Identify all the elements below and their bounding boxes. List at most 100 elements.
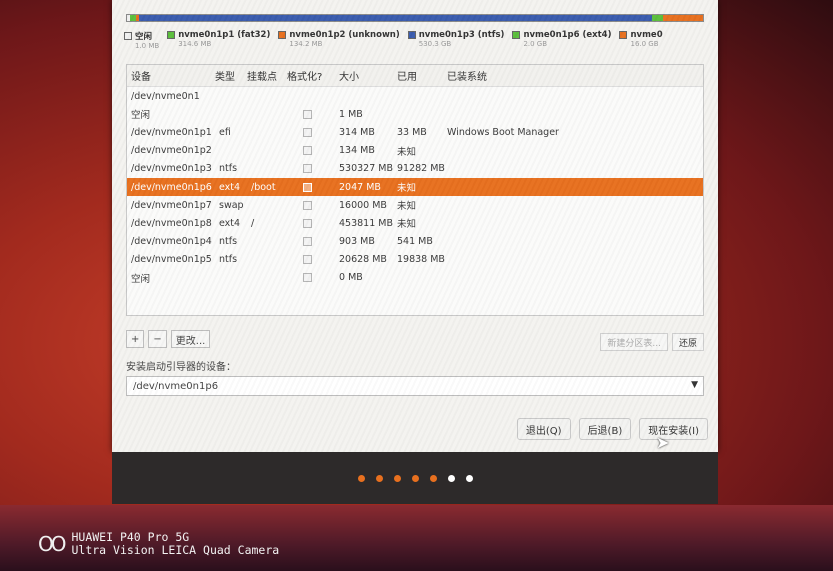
- column-format[interactable]: 格式化?: [287, 68, 322, 83]
- table-row[interactable]: 空闲 1 MB: [127, 105, 703, 123]
- table-row[interactable]: /dev/nvme0n1p3 ntfs 530327 MB 91282 MB: [127, 160, 703, 178]
- partition-bar-segment: [663, 15, 703, 21]
- cell-size: 20628 MB: [339, 254, 387, 266]
- legend-swatch: [512, 31, 521, 39]
- table-row[interactable]: /dev/nvme0n1p2 134 MB 未知: [127, 142, 703, 160]
- cell-size: 314 MB: [339, 126, 375, 138]
- legend-name: nvme0: [630, 30, 663, 40]
- cell-used: 未知: [397, 183, 417, 195]
- table-row[interactable]: /dev/nvme0n1p8 ext4 / 453811 MB 未知: [127, 214, 703, 232]
- format-checkbox[interactable]: [303, 273, 312, 283]
- cell-type: ntfs: [219, 163, 238, 175]
- leica-logo: OO: [38, 532, 67, 556]
- bootloader-label: 安装启动引导器的设备：: [126, 362, 236, 373]
- format-checkbox[interactable]: [303, 218, 312, 228]
- cell-device: /dev/nvme0n1p8: [131, 217, 212, 229]
- format-checkbox[interactable]: [303, 164, 312, 174]
- legend-item: nvme0n1p3 (ntfs) 530.3 GB: [407, 30, 504, 60]
- column-size[interactable]: 大小: [339, 68, 359, 83]
- table-right-toolbar: 新建分区表... 还原: [600, 333, 704, 351]
- legend-item: nvme0n1p6 (ext4) 2.0 GB: [512, 30, 611, 60]
- partition-usage-bar: [126, 14, 704, 22]
- legend-size: 1.0 MB: [135, 42, 160, 50]
- legend-size: 16.0 GB: [630, 40, 659, 48]
- progress-dot: [411, 474, 419, 482]
- legend-item: 空闲 1.0 MB: [124, 30, 159, 60]
- legend-size: 314.6 MB: [178, 40, 212, 48]
- cell-device: /dev/nvme0n1p4: [131, 236, 212, 248]
- legend-swatch: [407, 31, 416, 39]
- watermark-text: HUAWEI P40 Pro 5G Ultra Vision LEICA Qua…: [71, 531, 279, 557]
- column-device[interactable]: 设备: [131, 68, 151, 83]
- cell-used: 19838 MB: [397, 254, 445, 266]
- cell-size: 0 MB: [339, 272, 363, 284]
- install-now-button[interactable]: 现在安装(I): [639, 418, 708, 440]
- progress-dot: [393, 474, 401, 482]
- progress-dot: [429, 474, 437, 482]
- table-row[interactable]: /dev/nvme0n1p6 ext4/boot 2047 MB 未知: [127, 177, 703, 197]
- format-checkbox[interactable]: [303, 255, 312, 265]
- cell-type: ntfs: [219, 236, 238, 248]
- cell-size: 903 MB: [339, 236, 375, 248]
- table-row[interactable]: /dev/nvme0n1p5 ntfs 20628 MB 19838 MB: [127, 251, 703, 269]
- legend-swatch: [619, 31, 628, 39]
- partition-bar-segment: [651, 15, 664, 21]
- quit-button[interactable]: 退出(Q): [516, 418, 571, 440]
- cell-used: 33 MB: [397, 126, 427, 138]
- cell-type: efi: [219, 126, 231, 138]
- installer-progress-dots: [112, 452, 718, 504]
- cell-size: 134 MB: [339, 145, 375, 157]
- remove-partition-button[interactable]: −: [148, 330, 167, 348]
- partition-legend: 空闲 1.0 MB nvme0n1p1 (fat32) 314.6 MB nvme0n1…: [124, 30, 714, 60]
- legend-item: nvme0 16.0 GB: [619, 30, 663, 60]
- cell-used: 未知: [397, 219, 417, 231]
- column-used[interactable]: 已用: [397, 68, 417, 83]
- table-row[interactable]: /dev/nvme0n1p4 ntfs 903 MB 541 MB: [127, 233, 703, 251]
- progress-dot: [465, 474, 473, 482]
- cell-os: Windows Boot Manager: [447, 126, 559, 138]
- legend-size: 2.0 GB: [523, 40, 548, 48]
- camera-watermark: OO HUAWEI P40 Pro 5G Ultra Vision LEICA …: [38, 531, 279, 557]
- format-checkbox[interactable]: [303, 237, 312, 247]
- cell-size: 453811 MB: [339, 217, 393, 229]
- format-checkbox[interactable]: [303, 200, 312, 210]
- table-row[interactable]: /dev/nvme0n1p1 efi 314 MB 33 MB Windows Boot…: [127, 123, 703, 141]
- mouse-pointer-icon: ➤: [656, 433, 670, 452]
- cell-type: swap: [219, 199, 244, 211]
- table-row[interactable]: /dev/nvme0n1: [127, 87, 703, 105]
- cell-size: 530327 MB: [339, 163, 393, 175]
- cell-used: 91282 MB: [397, 163, 445, 175]
- legend-name: 空闲: [135, 32, 153, 42]
- cell-used: 541 MB: [397, 236, 433, 248]
- new-partition-table-button[interactable]: 新建分区表...: [600, 333, 668, 351]
- table-row[interactable]: 空闲 0 MB: [127, 269, 703, 287]
- cell-device: /dev/nvme0n1p6: [131, 181, 212, 193]
- cell-device: /dev/nvme0n1: [131, 90, 200, 102]
- column-type[interactable]: 类型: [215, 68, 235, 83]
- format-checkbox[interactable]: [303, 146, 312, 156]
- format-checkbox[interactable]: [303, 127, 312, 137]
- cell-used: 未知: [397, 146, 417, 158]
- chevron-down-icon[interactable]: ▼: [691, 380, 698, 390]
- legend-size: 530.3 GB: [418, 40, 452, 48]
- add-partition-button[interactable]: +: [126, 330, 145, 348]
- cell-type: ntfs: [219, 254, 238, 266]
- revert-button[interactable]: 还原: [671, 333, 704, 351]
- change-partition-button[interactable]: 更改...: [170, 330, 211, 348]
- table-row[interactable]: /dev/nvme0n1p7 swap 16000 MB 未知: [127, 196, 703, 214]
- back-button[interactable]: 后退(B): [578, 418, 632, 440]
- cell-size: 2047 MB: [339, 181, 381, 193]
- table-header: 设备 类型 挂载点 格式化? 大小 已用 已装系统: [127, 65, 703, 87]
- legend-item: nvme0n1p2 (unknown) 134.2 MB: [278, 30, 400, 60]
- legend-swatch: [278, 31, 287, 39]
- bootloader-device-select[interactable]: /dev/nvme0n1p6 ▼: [126, 376, 704, 396]
- column-mount[interactable]: 挂载点: [247, 68, 277, 83]
- format-checkbox[interactable]: [303, 182, 312, 192]
- cell-device: /dev/nvme0n1p1: [131, 126, 212, 138]
- legend-size: 134.2 MB: [289, 40, 323, 48]
- partition-table: 设备 类型 挂载点 格式化? 大小 已用 已装系统 /dev/nvme0n1 空闲…: [126, 64, 704, 316]
- format-checkbox[interactable]: [303, 109, 312, 119]
- table-toolbar: + − 更改...: [126, 330, 211, 348]
- column-os[interactable]: 已装系统: [447, 68, 487, 83]
- legend-item: nvme0n1p1 (fat32) 314.6 MB: [167, 30, 270, 60]
